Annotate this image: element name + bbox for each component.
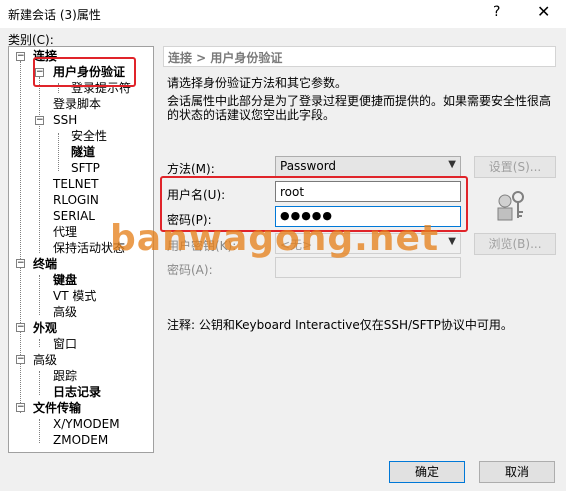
settings-button[interactable]: 设置(S)... [474,156,556,178]
window-title: 新建会话 (3)属性 [8,8,101,22]
method-label: 方法(M): [167,162,215,176]
expand-icon[interactable]: − [16,323,25,332]
close-icon[interactable]: ✕ [537,2,550,21]
tree-item-terminal-advanced[interactable]: 高级 [53,305,77,320]
tree-item-zmodem[interactable]: ZMODEM [53,433,108,448]
tree-item-logging[interactable]: 日志记录 [53,385,101,400]
help-icon[interactable]: ? [493,4,500,20]
chevron-down-icon: ▼ [448,159,456,170]
tree-item-ssh[interactable]: SSH [53,113,77,128]
tree-item-tunnel[interactable]: 隧道 [71,145,95,160]
method-select[interactable]: Password ▼ [275,156,461,177]
description-line-1: 请选择身份验证方法和其它参数。 [167,76,348,90]
key-icon [494,188,528,222]
expand-icon[interactable]: − [16,259,25,268]
highlight-box-tree [33,57,136,87]
expand-icon[interactable]: − [16,355,25,364]
watermark: banwagong.net [110,218,440,259]
passphrase-label: 密码(A): [167,263,213,277]
expand-icon[interactable]: − [16,403,25,412]
tree-item-appearance[interactable]: 外观 [33,321,57,336]
tree-item-serial[interactable]: SERIAL [53,209,95,224]
description-line-3: 的状态的话建议您空出此字段。 [167,108,336,122]
tree-item-advanced[interactable]: 高级 [33,353,57,368]
cancel-button[interactable]: 取消 [479,461,555,483]
tree-item-xymodem[interactable]: X/YMODEM [53,417,120,432]
passphrase-input[interactable] [275,257,461,278]
tree-item-vt-mode[interactable]: VT 模式 [53,289,96,304]
ok-button[interactable]: 确定 [389,461,465,483]
tree-item-trace[interactable]: 跟踪 [53,369,77,384]
breadcrumb: 连接 > 用户身份验证 [163,46,556,67]
expand-icon[interactable]: − [16,52,25,61]
expand-icon[interactable]: − [35,116,44,125]
tree-item-window[interactable]: 窗口 [53,337,77,352]
chevron-down-icon: ▼ [448,236,456,247]
tree-item-terminal[interactable]: 终端 [33,257,57,272]
tree-item-login-script[interactable]: 登录脚本 [53,97,101,112]
note-text: 注释: 公钥和Keyboard Interactive仅在SSH/SFTP协议中… [167,318,513,332]
tree-item-rlogin[interactable]: RLOGIN [53,193,99,208]
title-bar: 新建会话 (3)属性 ? ✕ [0,0,566,28]
tree-item-proxy[interactable]: 代理 [53,225,77,240]
method-value: Password [280,159,337,173]
tree-item-telnet[interactable]: TELNET [53,177,99,192]
tree-item-sftp[interactable]: SFTP [71,161,100,176]
tree-item-keyboard[interactable]: 键盘 [53,273,77,288]
tree-item-security[interactable]: 安全性 [71,129,107,144]
browse-button[interactable]: 浏览(B)... [474,233,556,255]
tree-item-file-transfer[interactable]: 文件传输 [33,401,81,416]
